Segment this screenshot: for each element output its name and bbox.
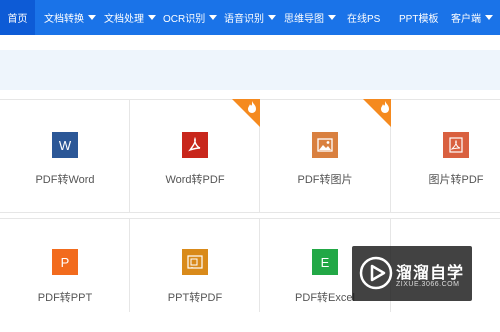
- tool-card-ppt-to-pdf[interactable]: PPT转PDF: [130, 219, 260, 332]
- nav-item-doc-convert[interactable]: 文档转换: [44, 0, 96, 35]
- play-logo-icon: [359, 256, 393, 290]
- watermark: 溜溜自学 ZIXUE.3066.COM: [352, 246, 472, 301]
- nav-item-mindmap[interactable]: 思维导图: [284, 0, 336, 35]
- tool-card-pdf-to-word[interactable]: W PDF转Word: [0, 99, 130, 212]
- nav-item-label: 文档转换: [44, 14, 84, 25]
- ppt-icon: P: [52, 249, 78, 275]
- nav-item-ppt-templates[interactable]: PPT模板: [399, 0, 438, 35]
- pdf-icon: [182, 132, 208, 158]
- nav-item-client[interactable]: 客户端: [451, 0, 493, 35]
- tool-card-label: 图片转PDF: [428, 174, 484, 186]
- nav-item-label: OCR识别: [163, 14, 206, 25]
- chevron-down-icon: [88, 15, 96, 20]
- chevron-down-icon: [268, 15, 276, 20]
- nav-item-doc-process[interactable]: 文档处理: [104, 0, 156, 35]
- nav-item-label: 客户端: [451, 14, 481, 25]
- tool-card-label: PDF转Word: [35, 174, 95, 186]
- chevron-down-icon: [148, 15, 156, 20]
- nav-item-label: 思维导图: [284, 14, 324, 25]
- tool-card-label: PPT转PDF: [167, 292, 223, 304]
- tool-card-pdf-to-ppt[interactable]: P PDF转PPT: [0, 219, 130, 332]
- chevron-down-icon: [328, 15, 336, 20]
- ppt-pdf-icon: [182, 249, 208, 275]
- tool-card-label: PDF转图片: [297, 174, 353, 186]
- banner-strip: [0, 50, 500, 90]
- nav-item-label: PPT模板: [399, 14, 439, 25]
- word-icon: W: [52, 132, 78, 158]
- pdf-icon: [443, 132, 469, 158]
- nav-item-ocr[interactable]: OCR识别: [163, 0, 218, 35]
- fire-icon: [381, 101, 389, 113]
- divider: [0, 212, 500, 213]
- tool-card-word-to-pdf[interactable]: Word转PDF: [130, 99, 260, 212]
- nav-item-label: 在线PS: [347, 14, 381, 25]
- watermark-subtitle: ZIXUE.3066.COM: [396, 281, 460, 288]
- top-navigation: 首页 文档转换 文档处理 OCR识别 语音识别 思维导图 在线PS PPT模板 …: [0, 0, 500, 35]
- fire-icon: [248, 101, 256, 113]
- nav-item-label: 文档处理: [104, 14, 144, 25]
- nav-item-label: 首页: [7, 14, 28, 25]
- image-icon: [312, 132, 338, 158]
- nav-item-home[interactable]: 首页: [0, 0, 35, 35]
- chevron-down-icon: [209, 15, 218, 20]
- tool-card-label: PDF转PPT: [37, 292, 93, 304]
- tool-card-label: Word转PDF: [165, 174, 225, 186]
- chevron-down-icon: [485, 15, 493, 20]
- nav-item-speech[interactable]: 语音识别: [224, 0, 276, 35]
- tool-card-image-to-pdf[interactable]: 图片转PDF: [363, 99, 500, 212]
- watermark-title: 溜溜自学: [396, 265, 465, 282]
- excel-icon: E: [312, 249, 338, 275]
- nav-item-online-ps[interactable]: 在线PS: [347, 0, 380, 35]
- nav-item-label: 语音识别: [224, 14, 264, 25]
